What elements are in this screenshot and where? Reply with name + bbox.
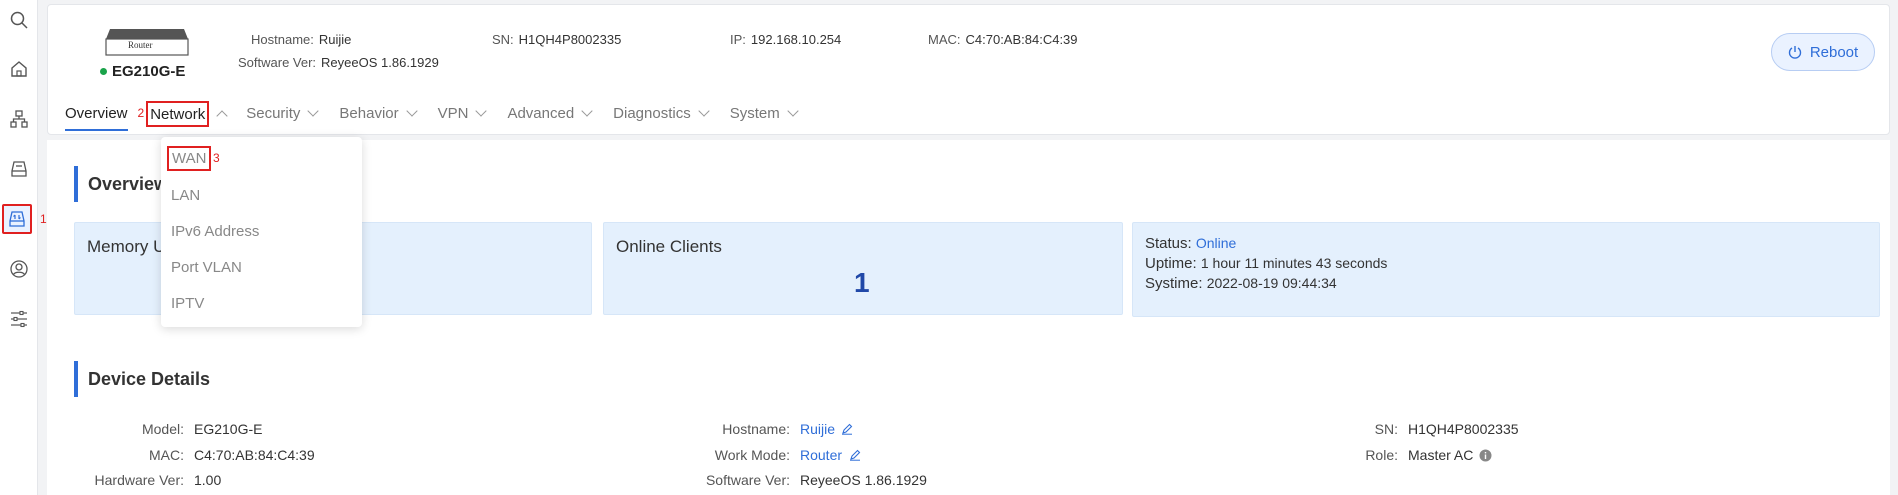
step-marker-2: 2 (137, 106, 145, 120)
device-model-label: EG210G-E (112, 63, 186, 80)
uptime-row: Uptime: 1 hour 11 minutes 43 seconds (1145, 255, 1388, 272)
tab-behavior[interactable]: Behavior (339, 101, 418, 126)
edit-icon[interactable] (841, 423, 853, 435)
online-clients-count: 1 (854, 267, 870, 298)
chevron-up-icon (216, 110, 228, 122)
detail-sn: SN: H1QH4P8002335 (1374, 421, 1519, 437)
detail-hardware-version: Hardware Ver: 1.00 (94, 472, 222, 488)
menu-item-iptv[interactable]: IPTV (171, 295, 204, 312)
router-image-label: Router (128, 40, 153, 50)
systime-row: Systime: 2022-08-19 09:44:34 (1145, 275, 1337, 292)
left-nav-rail (0, 0, 38, 495)
search-icon[interactable] (4, 5, 34, 35)
detail-software-version: Software Ver: ReyeeOS 1.86.1929 (705, 472, 927, 488)
chevron-down-icon (787, 105, 799, 117)
tab-network[interactable]: Network (146, 101, 228, 127)
tab-security[interactable]: Security (246, 101, 320, 126)
device-details-title: Device Details (74, 361, 210, 397)
hostname-field: Hostname: Ruijie (251, 32, 352, 47)
router-config-icon[interactable] (2, 204, 32, 234)
chevron-down-icon (475, 105, 488, 117)
hostname-link[interactable]: Ruijie (800, 421, 853, 437)
topology-icon[interactable] (4, 104, 34, 134)
detail-mac: MAC: C4:70:AB:84:C4:39 (149, 447, 315, 463)
step-marker-1: 1 (40, 212, 47, 226)
chevron-down-icon (307, 105, 320, 117)
online-clients-title: Online Clients (616, 237, 722, 256)
power-icon (1788, 46, 1802, 59)
system-status-card: Status: Online Uptime: 1 hour 11 minutes… (1132, 222, 1880, 317)
detail-work-mode: Work Mode: Router (680, 447, 862, 463)
user-icon[interactable] (4, 254, 34, 284)
tab-diagnostics[interactable]: Diagnostics (613, 101, 710, 126)
menu-item-wan[interactable]: WAN (167, 146, 212, 171)
network-dropdown-menu: WAN 3 LAN IPv6 Address Port VLAN IPTV (161, 137, 362, 327)
device-name: EG210G-E (100, 63, 185, 80)
edit-icon[interactable] (848, 449, 862, 461)
overview-section-title: Overview (74, 166, 168, 202)
tab-system[interactable]: System (730, 101, 799, 126)
chevron-down-icon (405, 105, 418, 117)
settings-sliders-icon[interactable] (4, 304, 34, 334)
step-marker-3: 3 (213, 151, 220, 165)
software-version-field: Software Ver: ReyeeOS 1.86.1929 (238, 55, 439, 70)
chevron-down-icon (698, 105, 710, 117)
menu-item-port-vlan[interactable]: Port VLAN (171, 259, 242, 276)
main-nav: Overview 2 Network Security Behavior VPN… (65, 101, 799, 133)
chevron-down-icon (581, 105, 593, 117)
detail-role: Role: Master AC (1288, 447, 1492, 463)
device-header: Router EG210G-E Hostname: Ruijie Software… (47, 4, 1890, 135)
detail-hostname: Hostname: Ruijie (680, 421, 853, 437)
tab-overview[interactable]: Overview (65, 101, 128, 131)
online-clients-card: Online Clients 1 (603, 222, 1123, 315)
status-row: Status: Online (1145, 235, 1237, 252)
menu-item-ipv6-address[interactable]: IPv6 Address (171, 223, 259, 240)
status-value: Online (1195, 235, 1237, 251)
mac-field: MAC: C4:70:AB:84:C4:39 (928, 32, 1078, 47)
reboot-button[interactable]: Reboot (1771, 33, 1875, 71)
menu-item-lan[interactable]: LAN (171, 187, 200, 204)
info-icon[interactable] (1479, 449, 1492, 462)
home-icon[interactable] (4, 54, 34, 84)
detail-model: Model: EG210G-E (141, 421, 263, 437)
ip-field: IP: 192.168.10.254 (730, 32, 842, 47)
sn-field: SN: H1QH4P8002335 (492, 32, 622, 47)
work-mode-link[interactable]: Router (800, 447, 862, 463)
device-icon[interactable] (4, 154, 34, 184)
tab-vpn[interactable]: VPN (438, 101, 488, 126)
tab-advanced[interactable]: Advanced (507, 101, 593, 126)
online-status-dot (100, 68, 107, 75)
